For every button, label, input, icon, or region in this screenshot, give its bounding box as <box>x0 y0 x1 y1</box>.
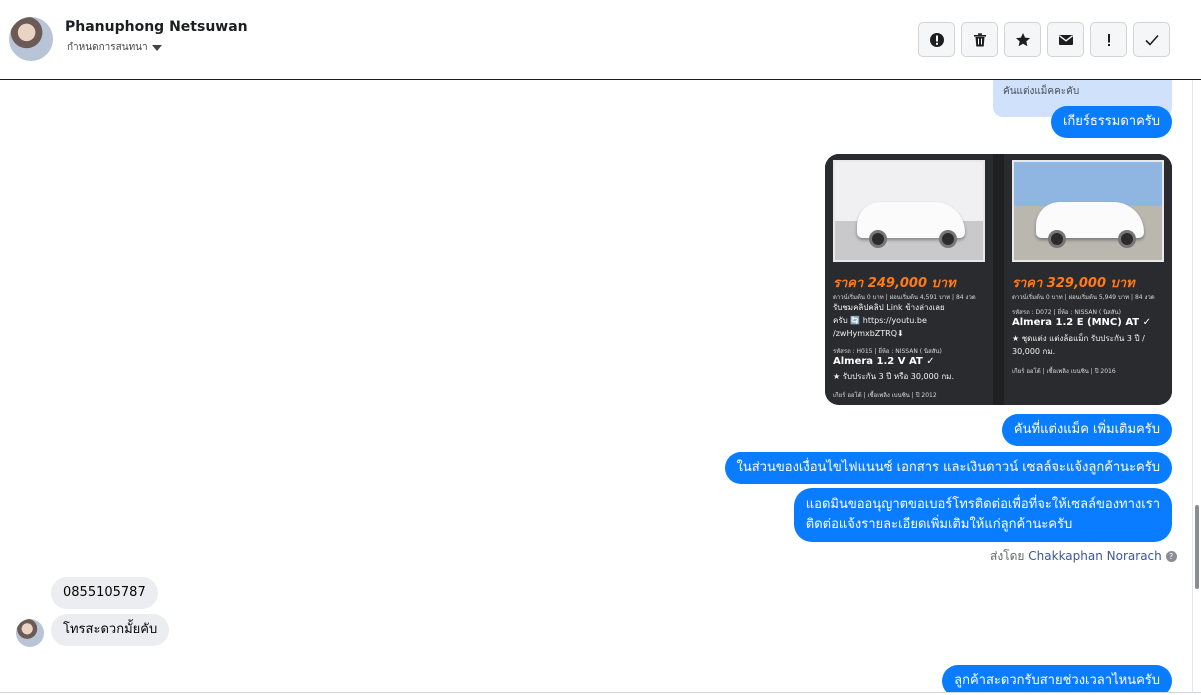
car-listing-left: ราคา 249,000 บาท ดาวน์เริ่มต้น 0 บาท | ผ… <box>825 154 993 405</box>
trash-icon <box>973 32 986 46</box>
delete-button[interactable] <box>961 22 998 57</box>
outgoing-message[interactable]: เกียร์ธรรมดาครับ <box>1050 106 1172 138</box>
car-wheel <box>1048 230 1066 248</box>
schedule-label: กำหนดการสนทนา <box>67 42 148 53</box>
conversation-header: Phanuphong Netsuwan กำหนดการสนทนา <box>0 0 1201 80</box>
exclamation-icon <box>1107 33 1110 46</box>
composer-divider <box>0 692 1201 693</box>
car-wheel <box>869 230 887 248</box>
incoming-message[interactable]: 0855105787 <box>51 577 158 609</box>
star-button[interactable] <box>1004 22 1041 57</box>
star-icon <box>1015 32 1030 46</box>
check-icon <box>1144 34 1159 46</box>
car-wheel <box>1118 230 1136 248</box>
contact-avatar[interactable] <box>9 17 53 61</box>
message-thread[interactable]: คันแต่งแม็คคะคับ เกียร์ธรรมดาครับ ราคา 2… <box>0 80 1192 692</box>
scrollbar-track[interactable] <box>1192 80 1201 692</box>
outgoing-message-multiline[interactable]: แอดมินขออนุญาตขอเบอร์โทรติดต่อเพื่อที่จะ… <box>793 488 1172 542</box>
clip-line: รับชมคลิปคลิป Link ข้างล่างเลย <box>833 303 945 312</box>
mark-unread-button[interactable] <box>1047 22 1084 57</box>
warranty-text: ★ ชุดแต่ง แต่งล้อแม็ก รับประกัน 3 ปี / <box>1012 334 1145 343</box>
sent-by-prefix: ส่งโดย <box>990 549 1025 563</box>
car-wheel <box>939 230 957 248</box>
car-code: รหัสรถ : H015 | ยี่ห้อ : NISSAN ( นิสสัน… <box>833 348 942 355</box>
incoming-message[interactable]: โทรสะดวกมั้ยคับ <box>51 614 170 646</box>
car-listing-right: ราคา 329,000 บาท ดาวน์เริ่มต้น 0 บาท | ผ… <box>1004 154 1172 405</box>
outgoing-message[interactable]: คันที่แต่งแม็ค เพิ่มเติมครับ <box>1001 414 1172 446</box>
conversation-toolbar <box>918 22 1170 57</box>
clip-link: ครับ 🔄 https://youtu.be <box>833 316 927 325</box>
contact-name[interactable]: Phanuphong Netsuwan <box>65 19 248 35</box>
message-line: แอดมินขออนุญาตขอเบอร์โทรติดต่อเพื่อที่จะ… <box>805 497 1160 512</box>
clip-link-path: /zwHymxbZTRQ⬇ <box>833 329 904 338</box>
envelope-icon <box>1058 34 1073 45</box>
finance-terms: ดาวน์เริ่มต้น 0 บาท | ผ่อนเริ่มต้น 5,949… <box>1012 294 1155 301</box>
outgoing-message[interactable]: ลูกค้าสะดวกรับสายช่วงเวลาไหนครับ <box>942 665 1172 692</box>
outgoing-message[interactable]: ในส่วนของเงื่อนไขไฟแนนซ์ เอกสาร และเงินด… <box>724 452 1172 484</box>
warranty-text: ★ รับประกัน 3 ปี หรือ 30,000 กม. <box>833 372 954 381</box>
report-button[interactable] <box>918 22 955 57</box>
alert-circle-icon <box>929 32 944 47</box>
conversation-schedule-dropdown[interactable]: กำหนดการสนทนา <box>67 40 162 55</box>
chevron-down-icon <box>151 44 162 51</box>
scrollbar-thumb[interactable] <box>1195 505 1199 589</box>
car-spec: เกียร์ ออโต้ | เชื้อเพลิง เบนซิน | ปี 20… <box>833 392 937 399</box>
car-spec: เกียร์ ออโต้ | เชื้อเพลิง เบนซิน | ปี 20… <box>1012 368 1116 375</box>
mark-important-button[interactable] <box>1090 22 1127 57</box>
sent-by-label: ส่งโดย Chakkaphan Norarach ? <box>990 547 1177 566</box>
car-model: Almera 1.2 E (MNC) AT ✓ <box>1012 317 1151 328</box>
car-photo <box>1012 160 1164 262</box>
car-price: ราคา 329,000 บาท <box>1012 276 1135 291</box>
quoted-reply-text: คันแต่งแม็คคะคับ <box>1003 86 1080 97</box>
car-listing-image[interactable]: ราคา 249,000 บาท ดาวน์เริ่มต้น 0 บาท | ผ… <box>825 154 1172 405</box>
car-model: Almera 1.2 V AT ✓ <box>833 356 935 367</box>
car-code: รหัสรถ : D072 | ยี่ห้อ : NISSAN ( นิสสัน… <box>1012 309 1121 316</box>
contact-avatar-small[interactable] <box>16 619 44 647</box>
done-button[interactable] <box>1133 22 1170 57</box>
message-line: ติดต่อแจ้งรายละเอียดเพิ่มเติมให้แก่ลูกค้… <box>805 517 1073 532</box>
help-icon[interactable]: ? <box>1165 551 1177 562</box>
warranty-text-cont: 30,000 กม. <box>1012 347 1056 356</box>
sender-name[interactable]: Chakkaphan Norarach <box>1028 549 1161 563</box>
car-price: ราคา 249,000 บาท <box>833 276 956 291</box>
car-photo <box>833 160 985 262</box>
